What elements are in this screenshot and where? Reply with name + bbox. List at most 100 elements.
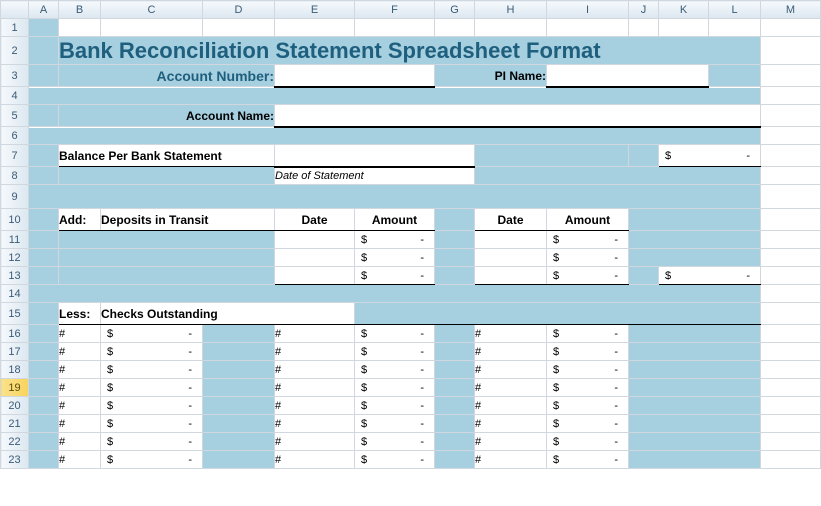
deposit-date-cell[interactable]	[275, 249, 355, 267]
check-amount[interactable]: $-	[547, 415, 629, 433]
cell[interactable]	[761, 231, 821, 249]
cell[interactable]	[29, 65, 59, 87]
cell[interactable]	[761, 343, 821, 361]
cell[interactable]	[435, 325, 475, 343]
check-number[interactable]: #	[275, 325, 355, 343]
col-G[interactable]: G	[435, 1, 475, 19]
cell[interactable]	[29, 231, 59, 249]
col-A[interactable]: A	[29, 1, 59, 19]
deposit-amount-cell[interactable]: $-	[355, 267, 435, 285]
deposit-amount-cell[interactable]: $-	[547, 267, 629, 285]
row-7[interactable]: 7	[1, 145, 29, 167]
cell[interactable]	[29, 87, 761, 105]
col-D[interactable]: D	[203, 1, 275, 19]
row-17[interactable]: 17	[1, 343, 29, 361]
cell[interactable]	[547, 19, 629, 37]
check-amount[interactable]: $-	[547, 397, 629, 415]
cell[interactable]	[29, 379, 59, 397]
cell[interactable]	[761, 127, 821, 145]
col-C[interactable]: C	[101, 1, 203, 19]
cell[interactable]	[761, 105, 821, 127]
cell[interactable]	[761, 145, 821, 167]
deposit-amount-cell[interactable]: $-	[547, 249, 629, 267]
cell[interactable]	[761, 37, 821, 65]
cell[interactable]	[203, 19, 275, 37]
row-11[interactable]: 11	[1, 231, 29, 249]
check-amount[interactable]: $-	[547, 451, 629, 469]
cell[interactable]	[435, 397, 475, 415]
cell[interactable]	[761, 451, 821, 469]
check-number[interactable]: #	[59, 433, 101, 451]
cell[interactable]	[761, 433, 821, 451]
col-J[interactable]: J	[629, 1, 659, 19]
check-number[interactable]: #	[475, 379, 547, 397]
cell[interactable]	[629, 231, 761, 249]
check-amount[interactable]: $-	[355, 361, 435, 379]
check-amount[interactable]: $-	[355, 433, 435, 451]
check-amount[interactable]: $-	[547, 433, 629, 451]
check-amount[interactable]: $-	[101, 451, 203, 469]
cell[interactable]	[629, 379, 761, 397]
deposit-amount-cell[interactable]: $-	[547, 231, 629, 249]
deposit-date-cell[interactable]	[475, 231, 547, 249]
cell[interactable]	[629, 343, 761, 361]
check-number[interactable]: #	[59, 415, 101, 433]
cell[interactable]	[203, 379, 275, 397]
cell[interactable]	[629, 145, 659, 167]
check-amount[interactable]: $-	[547, 361, 629, 379]
cell[interactable]	[59, 231, 275, 249]
cell[interactable]	[761, 267, 821, 285]
check-number[interactable]: #	[475, 433, 547, 451]
cell[interactable]	[629, 19, 659, 37]
cell[interactable]	[629, 249, 761, 267]
cell[interactable]	[761, 185, 821, 209]
cell[interactable]	[203, 361, 275, 379]
cell[interactable]	[59, 19, 101, 37]
col-I[interactable]: I	[547, 1, 629, 19]
col-H[interactable]: H	[475, 1, 547, 19]
check-amount[interactable]: $-	[101, 325, 203, 343]
cell[interactable]	[761, 325, 821, 343]
row-21[interactable]: 21	[1, 415, 29, 433]
cell[interactable]	[761, 285, 821, 303]
check-number[interactable]: #	[59, 397, 101, 415]
cell[interactable]	[203, 451, 275, 469]
select-all[interactable]	[1, 1, 29, 19]
check-amount[interactable]: $-	[355, 379, 435, 397]
row-16[interactable]: 16	[1, 325, 29, 343]
row-23[interactable]: 23	[1, 451, 29, 469]
cell[interactable]	[29, 19, 59, 37]
check-amount[interactable]: $-	[101, 397, 203, 415]
cell[interactable]	[761, 209, 821, 231]
cell[interactable]	[29, 433, 59, 451]
check-amount[interactable]: $-	[101, 415, 203, 433]
cell[interactable]	[59, 267, 275, 285]
cell[interactable]	[761, 379, 821, 397]
row-1[interactable]: 1	[1, 19, 29, 37]
cell[interactable]	[59, 167, 275, 185]
cell[interactable]	[29, 209, 59, 231]
check-amount[interactable]: $-	[547, 325, 629, 343]
cell[interactable]	[29, 361, 59, 379]
check-amount[interactable]: $-	[101, 379, 203, 397]
cell[interactable]	[629, 433, 761, 451]
row-12[interactable]: 12	[1, 249, 29, 267]
cell[interactable]	[435, 361, 475, 379]
cell[interactable]	[761, 87, 821, 105]
check-amount[interactable]: $-	[547, 379, 629, 397]
row-5[interactable]: 5	[1, 105, 29, 127]
check-number[interactable]: #	[475, 415, 547, 433]
cell[interactable]	[761, 397, 821, 415]
check-amount[interactable]: $-	[355, 343, 435, 361]
cell[interactable]	[435, 415, 475, 433]
check-number[interactable]: #	[59, 343, 101, 361]
row-8[interactable]: 8	[1, 167, 29, 185]
check-number[interactable]: #	[475, 325, 547, 343]
check-amount[interactable]: $-	[101, 433, 203, 451]
col-K[interactable]: K	[659, 1, 709, 19]
check-number[interactable]: #	[275, 379, 355, 397]
deposit-amount-cell[interactable]: $-	[355, 231, 435, 249]
deposit-date-cell[interactable]	[475, 267, 547, 285]
cell[interactable]	[435, 267, 475, 285]
row-20[interactable]: 20	[1, 397, 29, 415]
